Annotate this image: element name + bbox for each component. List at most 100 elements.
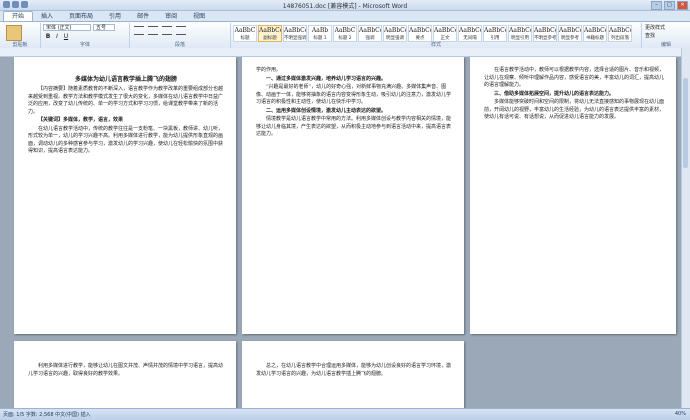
- style-item[interactable]: AaBbCcD引用: [483, 25, 507, 42]
- style-item[interactable]: AaBbCcD副标题: [258, 25, 282, 42]
- paragraph: 利用多媒体进行教学，能够让幼儿在图文并茂、声情并茂的情境中学习语言，提高幼儿学习…: [28, 363, 224, 377]
- page-3-body: 在语言教学活动中，教师可以根据教学内容，选择合适的图片、音乐和视频，让幼儿在观察…: [484, 67, 664, 123]
- paragraph: 【关键词】多媒体，教学，语言，效果: [38, 117, 124, 123]
- window-title: 14876051.doc [兼容模式] - Microsoft Word: [282, 3, 408, 10]
- style-item[interactable]: AaBbCcD不明显强调: [283, 25, 307, 42]
- style-preview: AaBbCcD: [534, 27, 556, 34]
- style-preview: AaBbCcD: [359, 27, 381, 34]
- style-item[interactable]: AaBbCcD要点: [408, 25, 432, 42]
- horizontal-ruler[interactable]: [0, 48, 690, 57]
- style-item[interactable]: AaBbCcD强调: [358, 25, 382, 42]
- align-center-icon[interactable]: [148, 26, 158, 35]
- page-1[interactable]: 多媒体为幼儿语言教学插上腾飞的翅膀 【内容摘要】随着素质教育的不断深入，语言教学…: [14, 57, 236, 334]
- align-left-icon[interactable]: [134, 26, 144, 35]
- vertical-scrollbar[interactable]: [681, 48, 690, 408]
- style-item[interactable]: AaBbCcD不明显参考: [533, 25, 557, 42]
- page-5[interactable]: 总之，在幼儿语言教学中合理运用多媒体，能够为幼儿创设良好的语言学习环境，激发幼儿…: [242, 341, 464, 408]
- style-preview: AaBbCcD: [459, 27, 481, 34]
- page-1-body: 多媒体为幼儿语言教学插上腾飞的翅膀 【内容摘要】随着素质教育的不断深入，语言教学…: [28, 75, 224, 157]
- page-4-body: 利用多媒体进行教学，能够让幼儿在图文并茂、声情并茂的情境中学习语言，提高幼儿学习…: [28, 363, 224, 379]
- style-preview: AaBbCcD: [434, 27, 456, 34]
- zoom-level[interactable]: 40%: [675, 411, 686, 417]
- styles-group-caption: 样式: [430, 42, 441, 48]
- ribbon-tabs: 开始 插入 页面布局 引用 邮件 审阅 视图: [0, 11, 690, 21]
- style-item[interactable]: AaBbCcD明显引用: [508, 25, 532, 42]
- font-group-caption: 字体: [79, 42, 90, 48]
- ribbon: 剪贴板 宋体 (正文) 五号 B I U 字体 段落 AaBbC标题AaBbCc…: [0, 21, 690, 49]
- tab-home[interactable]: 开始: [3, 11, 34, 21]
- tab-mailings[interactable]: 邮件: [129, 12, 157, 21]
- style-item[interactable]: AaBbCcD列出段落: [608, 25, 632, 42]
- style-preview: AaBbCcD: [284, 27, 306, 34]
- tab-page-layout[interactable]: 页面布局: [61, 12, 101, 21]
- paragraph: 多媒体能够突破时间和空间的限制，将幼儿无法直接感知的事物展现在幼儿面前，开阔幼儿…: [484, 99, 665, 120]
- clipboard-group-caption: 剪贴板: [12, 42, 28, 48]
- document-title: 多媒体为幼儿语言教学插上腾飞的翅膀: [74, 76, 177, 83]
- style-item[interactable]: AaBbCcD明显强调: [383, 25, 407, 42]
- document-canvas[interactable]: 多媒体为幼儿语言教学插上腾飞的翅膀 【内容摘要】随着素质教育的不断深入，语言教学…: [0, 57, 682, 408]
- justify-icon[interactable]: [176, 26, 186, 35]
- style-preview: AaBbC: [334, 27, 356, 34]
- tab-references[interactable]: 引用: [101, 12, 129, 21]
- close-button[interactable]: ✕: [677, 1, 688, 10]
- style-item[interactable]: AaBbC 标题 2: [333, 25, 357, 42]
- underline-button[interactable]: U: [62, 33, 70, 40]
- status-bar: 页面: 1/5 字数: 2,568 中文(中国) 插入 40%: [0, 408, 690, 420]
- style-item[interactable]: AaBbCcD明显参考: [558, 25, 582, 42]
- paragraph-group-caption: 段落: [174, 42, 185, 48]
- style-preview: AaBb: [311, 27, 329, 34]
- style-preview: AaBbCcD: [384, 27, 406, 34]
- tab-review[interactable]: 审阅: [157, 12, 185, 21]
- font-size-select[interactable]: 五号: [93, 24, 115, 31]
- section-heading: 二、运用多媒体创设情境，激发幼儿主动表达的欲望。: [266, 107, 387, 114]
- style-preview: AaBbCcD: [259, 27, 281, 34]
- minimize-button[interactable]: –: [651, 1, 662, 10]
- maximize-button[interactable]: □: [664, 1, 675, 10]
- page-5-body: 总之，在幼儿语言教学中合理运用多媒体，能够为幼儿创设良好的语言学习环境，激发幼儿…: [256, 363, 452, 379]
- style-preview: AaBbCcD: [409, 27, 431, 34]
- paragraph-group: 段落: [130, 23, 231, 48]
- paragraph: 总之，在幼儿语言教学中合理运用多媒体，能够为幼儿创设良好的语言学习环境，激发幼儿…: [256, 363, 452, 377]
- paragraph: 学的作用。: [256, 67, 282, 73]
- style-preview: AaBbC: [234, 27, 256, 34]
- paragraph: 情境教学是幼儿语言教学中常用的方法。利用多媒体创设与教学内容相关的情境，能够让幼…: [256, 116, 452, 137]
- style-preview: AaBbCcD: [609, 27, 631, 34]
- style-preview: AaBbCcD: [559, 27, 581, 34]
- style-item[interactable]: AaBbC 标题: [233, 25, 257, 42]
- section-heading: 一、通过多媒体激发兴趣，培养幼儿学习语言的兴趣。: [266, 75, 387, 82]
- style-preview: AaBbCcD: [509, 27, 531, 34]
- bold-button[interactable]: B: [44, 33, 52, 40]
- change-styles-button[interactable]: 更改样式: [645, 25, 665, 31]
- page-2[interactable]: 学的作用。 一、通过多媒体激发兴趣，培养幼儿学习语言的兴趣。 “兴趣是最好的老师…: [242, 57, 464, 334]
- paragraph: “兴趣是最好的老师”，幼儿的好奇心强，对新鲜事物充满兴趣。多媒体集声音、图像、动…: [256, 84, 452, 105]
- window-controls: – □ ✕: [651, 1, 688, 10]
- style-preview: AaBbCcD: [584, 27, 606, 34]
- italic-button[interactable]: I: [53, 33, 61, 40]
- styles-group: AaBbC标题AaBbCcD副标题AaBbCcD不明显强调AaBb标题 1AaB…: [231, 23, 642, 48]
- paragraph: 在语言教学活动中，教师可以根据教学内容，选择合适的图片、音乐和视频，让幼儿在观察…: [484, 67, 665, 88]
- style-preview: AaBbCcD: [484, 27, 506, 34]
- style-item[interactable]: AaBb 标题 1: [308, 25, 332, 42]
- editing-group: 更改样式 查找 编辑: [642, 23, 690, 48]
- section-heading: 三、借助多媒体拓展空间，提升幼儿的语言表达能力。: [494, 90, 615, 97]
- scrollbar-thumb[interactable]: [683, 78, 688, 168]
- editing-group-caption: 编辑: [660, 42, 671, 48]
- find-button[interactable]: 查找: [645, 32, 655, 39]
- paragraph: 【内容摘要】随着素质教育的不断深入，语言教学作为教学改革的重要组成部分也越来越受…: [28, 86, 224, 115]
- clipboard-group: 剪贴板: [0, 23, 41, 48]
- style-item[interactable]: AaBbCcD书籍标题: [583, 25, 607, 42]
- tab-insert[interactable]: 插入: [33, 12, 61, 21]
- paragraph: 在幼儿语言教学活动中，传统的教学往往是一支粉笔、一块黑板，教师讲、幼儿听，形式较…: [28, 125, 224, 155]
- align-right-icon[interactable]: [162, 26, 172, 35]
- tab-view[interactable]: 视图: [185, 12, 213, 21]
- page-3[interactable]: 在语言教学活动中，教师可以根据教学内容，选择合适的图片、音乐和视频，让幼儿在观察…: [470, 57, 676, 334]
- page-4[interactable]: 利用多媒体进行教学，能够让幼儿在图文并茂、声情并茂的情境中学习语言，提高幼儿学习…: [14, 341, 236, 408]
- page-2-body: 学的作用。 一、通过多媒体激发兴趣，培养幼儿学习语言的兴趣。 “兴趣是最好的老师…: [256, 67, 452, 140]
- font-group: 宋体 (正文) 五号 B I U 字体: [41, 23, 130, 48]
- title-bar: 14876051.doc [兼容模式] - Microsoft Word – □…: [0, 0, 690, 11]
- paste-icon[interactable]: [6, 25, 22, 41]
- style-item[interactable]: AaBbCcD无间隔: [458, 25, 482, 42]
- font-name-select[interactable]: 宋体 (正文): [43, 24, 91, 31]
- status-info: 页面: 1/5 字数: 2,568 中文(中国) 插入: [3, 412, 91, 418]
- style-item[interactable]: AaBbCcD正文: [433, 25, 457, 42]
